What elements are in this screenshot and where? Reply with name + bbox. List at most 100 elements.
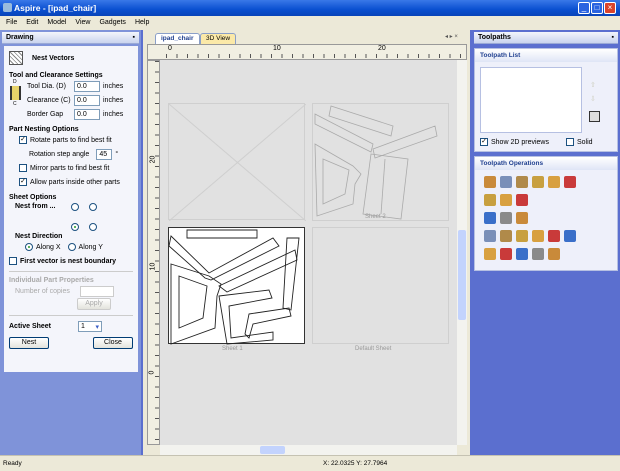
nesting-section-heading: Part Nesting Options [9, 126, 79, 133]
drill-icon[interactable] [516, 176, 528, 188]
fluting-icon[interactable] [548, 176, 560, 188]
3d-roughing-icon[interactable] [484, 194, 496, 206]
allow-inside-checkbox[interactable]: ✓ [19, 178, 27, 186]
tool-dia-label: Tool Dia. (D) [27, 82, 66, 90]
allow-inside-label: Allow parts inside other parts [30, 178, 120, 186]
empty-sheet[interactable] [168, 103, 307, 222]
menu-edit[interactable]: Edit [26, 19, 38, 30]
nest-button[interactable]: Nest [9, 337, 49, 349]
sheet-1-parts [168, 229, 300, 345]
unit-label: inches [103, 96, 124, 104]
edit-toolpath-icon[interactable] [500, 230, 512, 242]
copies-input[interactable] [80, 285, 114, 297]
along-y-label: Along Y [78, 243, 103, 251]
menu-file[interactable]: File [6, 19, 17, 30]
status-bar: Ready X: 22.0325 Y: 27.7964 [0, 455, 620, 471]
along-x-label: Along X [36, 243, 61, 251]
diagram-d-label: D [13, 79, 17, 85]
prism-icon[interactable] [500, 212, 512, 224]
menu-help[interactable]: Help [135, 19, 149, 30]
3d-finishing-icon[interactable] [500, 194, 512, 206]
unit-label: inches [103, 82, 124, 90]
along-x-radio[interactable] [25, 243, 33, 251]
mirror-checkbox[interactable] [19, 164, 27, 172]
active-sheet-select[interactable]: 1 ▾ [78, 320, 102, 332]
border-gap-label: Border Gap [27, 110, 64, 118]
cursor-coordinates: X: 22.0325 Y: 27.7964 [323, 460, 388, 467]
nest-from-bottom-left-radio[interactable] [71, 223, 79, 231]
pocket-icon[interactable] [500, 176, 512, 188]
rotation-step-input[interactable]: 45 [96, 148, 113, 160]
tool-dia-input[interactable]: 0.0 [74, 80, 100, 92]
horizontal-scroll-thumb[interactable] [260, 446, 285, 454]
vertical-scrollbar[interactable] [457, 60, 467, 445]
unit-label: inches [103, 110, 124, 118]
nest-from-top-right-radio[interactable] [89, 203, 97, 211]
inlay-icon[interactable] [516, 212, 528, 224]
maximize-button[interactable]: □ [591, 2, 603, 14]
move-down-icon[interactable]: ⇩ [590, 95, 596, 103]
minimize-button[interactable]: _ [578, 2, 590, 14]
border-gap-input[interactable]: 0.0 [74, 108, 100, 120]
vcarve-icon[interactable] [532, 176, 544, 188]
delete-icon[interactable] [532, 230, 544, 242]
sheet-label: Default Sheet [355, 346, 392, 352]
rotate-checkbox[interactable]: ✓ [19, 136, 27, 144]
move-up-icon[interactable]: ⇧ [590, 81, 596, 89]
origin-icon[interactable] [516, 248, 528, 260]
vertical-scroll-thumb[interactable] [458, 230, 466, 320]
ruler-label: 0 [148, 370, 156, 375]
toolpaths-panel-header: Toolpaths ▪ [474, 32, 618, 44]
show-2d-checkbox[interactable]: ✓ [480, 138, 488, 146]
rotation-step-label: Rotation step angle [29, 150, 90, 158]
toolpath-summary-icon[interactable] [589, 111, 600, 122]
tab-nav-icons[interactable]: ◂ ▸ × [445, 33, 458, 40]
app-icon [3, 3, 12, 12]
texture-icon[interactable] [516, 194, 528, 206]
active-sheet-label: Active Sheet [9, 322, 52, 330]
ruler-label: 0 [168, 45, 172, 52]
horizontal-scrollbar[interactable] [160, 445, 457, 455]
moulding-icon[interactable] [484, 212, 496, 224]
solid-label: Solid [576, 138, 593, 146]
simulate-icon[interactable] [548, 230, 560, 242]
sheet-2[interactable]: Sheet 2 [312, 103, 449, 221]
template-icon[interactable] [548, 248, 560, 260]
tool-database-icon[interactable] [484, 230, 496, 242]
first-vector-label: First vector is nest boundary [20, 257, 117, 265]
solid-checkbox[interactable] [565, 138, 574, 146]
tab-ipad-chair[interactable]: ipad_chair [155, 33, 200, 44]
pin-icon[interactable]: ▪ [133, 34, 135, 41]
close-window-button[interactable]: × [604, 2, 616, 14]
clearance-label: Clearance (C) [27, 96, 71, 104]
save-toolpath-icon[interactable] [564, 230, 576, 242]
close-button[interactable]: Close [93, 337, 133, 349]
menu-bar: File Edit Model View Gadgets Help [0, 16, 620, 30]
merge-icon[interactable] [516, 230, 528, 242]
nest-from-bottom-right-radio[interactable] [89, 223, 97, 231]
drawing-canvas[interactable]: Sheet 2 Sheet 1 Default Sheet [160, 60, 457, 445]
profile-icon[interactable] [484, 176, 496, 188]
menu-view[interactable]: View [75, 19, 90, 30]
toolpaths-panel: Toolpaths ▪ Toolpath List ⇧ ⇩ ✓ Show 2D pr… [472, 30, 620, 455]
part-props-heading: Individual Part Properties [9, 277, 94, 284]
apply-button[interactable]: Apply [77, 298, 111, 310]
toolpath-ops-row [482, 194, 611, 212]
first-vector-checkbox[interactable] [9, 257, 17, 265]
anchor-icon[interactable] [532, 248, 544, 260]
sheet-1[interactable] [168, 227, 305, 345]
along-y-radio[interactable] [67, 243, 76, 251]
sheet-icon[interactable] [500, 248, 512, 260]
pin-icon[interactable]: ▪ [612, 34, 614, 41]
menu-gadgets[interactable]: Gadgets [99, 19, 125, 30]
nest-from-top-left-radio[interactable] [71, 203, 79, 211]
toolpath-list[interactable] [480, 67, 582, 133]
drawing-area: ipad_chair 3D View ◂ ▸ × 0 10 20 20 10 0… [143, 30, 470, 455]
material-icon[interactable] [484, 248, 496, 260]
show-2d-label: Show 2D previews [491, 138, 549, 146]
folder-icon[interactable] [564, 176, 576, 188]
menu-model[interactable]: Model [47, 19, 66, 30]
clearance-input[interactable]: 0.0 [74, 94, 100, 106]
tab-3d-view[interactable]: 3D View [200, 33, 237, 44]
default-sheet[interactable] [312, 227, 449, 344]
